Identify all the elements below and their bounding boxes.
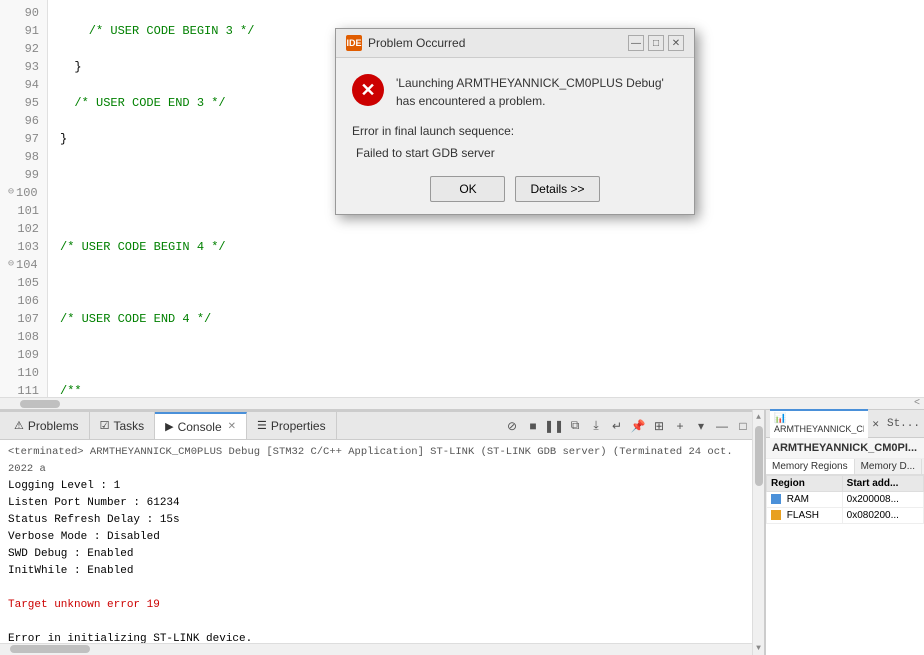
dialog-section2-value: Failed to start GDB server	[356, 146, 678, 160]
tab-console[interactable]: ▶ Console ✕	[155, 412, 247, 439]
console-blank1	[8, 580, 752, 597]
properties-icon: ☰	[257, 419, 267, 432]
error-circle-icon: ✕	[352, 74, 384, 106]
table-row: FLASH 0x080200...	[767, 508, 924, 524]
dialog-buttons: OK Details >>	[352, 176, 678, 202]
toolbar-display-selected-btn[interactable]: ▾	[692, 417, 710, 435]
toolbar-word-wrap-btn[interactable]: ↵	[608, 417, 626, 435]
toolbar-maximize-btn[interactable]: □	[734, 417, 752, 435]
scrollbar-track[interactable]	[753, 424, 764, 641]
build-memory-table: Region Start add... RAM 0x200008... FLAS…	[766, 475, 924, 524]
ide-icon: IDE	[346, 35, 362, 51]
console-error-line: Target unknown error 19	[8, 597, 752, 614]
tasks-icon: ☑	[100, 419, 110, 432]
toolbar-new-console-btn[interactable]: +	[671, 417, 689, 435]
console-output[interactable]: <terminated> ARMTHEYANNICK_CM0PLUS Debug…	[0, 440, 760, 643]
build-analyzer-tab-bar: 📊 ARMTHEYANNICK_CM0PI... ✕ St...	[766, 410, 924, 438]
dialog-title: Problem Occurred	[368, 36, 465, 50]
toolbar-stop-btn[interactable]: ■	[524, 417, 542, 435]
dialog-titlebar: IDE Problem Occurred — □ ✕	[336, 29, 694, 58]
console-blank2	[8, 614, 752, 631]
col-start-address: Start add...	[842, 476, 923, 492]
build-analyzer-title: ARMTHEYANNICK_CM0PI...	[772, 442, 917, 454]
build-analyzer-header: ARMTHEYANNICK_CM0PI...	[766, 438, 924, 459]
toolbar-clear-btn[interactable]: ⊘	[503, 417, 521, 435]
toolbar-pause-btn[interactable]: ❚❚	[545, 417, 563, 435]
console-initwhile: InitWhile : Enabled	[8, 563, 752, 580]
table-row: RAM 0x200008...	[767, 492, 924, 508]
console-verbose: Verbose Mode : Disabled	[8, 529, 752, 546]
ok-button[interactable]: OK	[430, 176, 505, 202]
tab-tasks[interactable]: ☑ Tasks	[90, 412, 156, 439]
ide-icon-label: IDE	[346, 38, 361, 48]
console-toolbar: ⊘ ■ ❚❚ ⧉ ⤓ ↵ 📌 ⊞ + ▾ — □	[503, 417, 756, 435]
tasks-tab-label: Tasks	[113, 419, 144, 433]
console-listen-port: Listen Port Number : 61234	[8, 495, 752, 512]
dialog-section1: Error in final launch sequence:	[352, 124, 678, 138]
ram-icon	[771, 494, 781, 504]
dialog-section1-label: Error in final launch sequence:	[352, 124, 678, 138]
minimize-window-btn[interactable]: —	[628, 35, 644, 51]
build-analyzer-more-btn[interactable]: St...	[887, 418, 920, 430]
mem-region-ram: RAM	[767, 492, 843, 508]
flash-start-addr: 0x080200...	[842, 508, 923, 524]
console-icon: ▶	[165, 420, 173, 433]
mem-region-flash: FLASH	[767, 508, 843, 524]
subtab-memory-detail[interactable]: Memory D...	[855, 459, 922, 474]
build-analyzer-label: ARMTHEYANNICK_CM0PI...	[774, 424, 864, 434]
subtab-memory-regions[interactable]: Memory Regions	[766, 459, 855, 474]
build-analyzer-close-btn[interactable]: ✕	[868, 417, 883, 431]
scrollbar-up-arrow[interactable]: ▲	[753, 410, 765, 424]
modal-overlay: IDE Problem Occurred — □ ✕ ✕ 'Launching …	[0, 0, 924, 410]
dialog-section2: Failed to start GDB server	[352, 146, 678, 160]
dialog-body: ✕ 'Launching ARMTHEYANNICK_CM0PLUS Debug…	[336, 58, 694, 214]
dialog-top-section: ✕ 'Launching ARMTHEYANNICK_CM0PLUS Debug…	[352, 74, 678, 110]
console-log-level: Logging Level : 1	[8, 478, 752, 495]
tab-problems[interactable]: ⚠ Problems	[4, 412, 90, 439]
console-horizontal-scrollbar[interactable]	[0, 643, 760, 655]
properties-tab-label: Properties	[271, 419, 326, 433]
ram-start-addr: 0x200008...	[842, 492, 923, 508]
console-tab-close[interactable]: ✕	[228, 421, 236, 432]
scrollbar-down-arrow[interactable]: ▼	[753, 641, 765, 655]
console-vertical-scrollbar[interactable]: ▲ ▼	[752, 410, 764, 655]
flash-icon	[771, 510, 781, 520]
scrollbar-thumb[interactable]	[755, 426, 763, 486]
toolbar-open-console-btn[interactable]: ⊞	[650, 417, 668, 435]
console-terminated-line: <terminated> ARMTHEYANNICK_CM0PLUS Debug…	[8, 444, 752, 478]
toolbar-copy-btn[interactable]: ⧉	[566, 417, 584, 435]
window-controls: — □ ✕	[628, 35, 684, 51]
build-analyzer-icon: 📊	[774, 413, 786, 424]
details-button[interactable]: Details >>	[515, 176, 599, 202]
restore-window-btn[interactable]: □	[648, 35, 664, 51]
dialog-header-text: 'Launching ARMTHEYANNICK_CM0PLUS Debug' …	[396, 74, 678, 110]
tab-properties[interactable]: ☰ Properties	[247, 412, 337, 439]
toolbar-scroll-lock-btn[interactable]: ⤓	[587, 417, 605, 435]
console-swd: SWD Debug : Enabled	[8, 546, 752, 563]
col-region: Region	[767, 476, 843, 492]
tab-build-analyzer[interactable]: 📊 ARMTHEYANNICK_CM0PI...	[770, 409, 868, 439]
console-tab-label: Console	[178, 420, 222, 434]
build-analyzer-subtabs: Memory Regions Memory D...	[766, 459, 924, 475]
problem-occurred-dialog: IDE Problem Occurred — □ ✕ ✕ 'Launching …	[335, 28, 695, 215]
console-refresh-delay: Status Refresh Delay : 15s	[8, 512, 752, 529]
problems-tab-label: Problems	[28, 419, 79, 433]
close-window-btn[interactable]: ✕	[668, 35, 684, 51]
bottom-panel: ⚠ Problems ☑ Tasks ▶ Console ✕ ☰ Propert…	[0, 410, 760, 655]
build-analyzer-panel: 📊 ARMTHEYANNICK_CM0PI... ✕ St... ARMTHEY…	[764, 410, 924, 655]
console-stlink-error: Error in initializing ST-LINK device.	[8, 631, 752, 643]
problems-icon: ⚠	[14, 419, 24, 432]
bottom-tab-bar: ⚠ Problems ☑ Tasks ▶ Console ✕ ☰ Propert…	[0, 412, 760, 440]
toolbar-pin-btn[interactable]: 📌	[629, 417, 647, 435]
toolbar-minimize-btn[interactable]: —	[713, 417, 731, 435]
